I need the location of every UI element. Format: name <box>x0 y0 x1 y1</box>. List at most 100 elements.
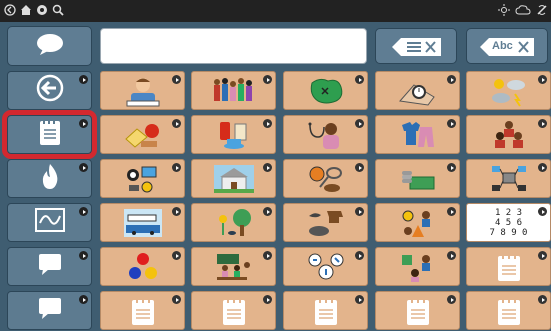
clear-all-button[interactable]: Abc <box>466 28 548 64</box>
tile-activities[interactable] <box>375 203 460 242</box>
weather-icon <box>489 75 529 107</box>
corner-arrow-icon <box>447 75 456 84</box>
corner-arrow-icon <box>172 119 181 128</box>
corner-arrow-icon <box>79 119 88 128</box>
sidebar-item-chat-1[interactable] <box>7 247 92 286</box>
tile-map[interactable] <box>283 71 368 110</box>
tile-family[interactable] <box>191 71 276 110</box>
corner-arrow-icon <box>447 119 456 128</box>
notepad-icon <box>38 118 62 151</box>
people-icon <box>489 119 529 151</box>
clear-all-label: Abc <box>492 40 513 52</box>
tile-watch[interactable] <box>375 71 460 110</box>
sidebar-item-chat-2[interactable] <box>7 291 92 330</box>
tile-animals[interactable] <box>283 203 368 242</box>
numbers-label: 1 2 3 4 5 6 7 8 9 0 <box>489 207 528 238</box>
technology-icon <box>489 163 529 195</box>
communication-board: Abc 1 2 3 4 5 6 7 8 9 0 <box>0 22 551 331</box>
brightness-icon[interactable] <box>497 3 511 17</box>
tile-toys[interactable] <box>100 159 185 198</box>
corner-arrow-icon <box>538 295 547 304</box>
corner-arrow-icon <box>355 119 364 128</box>
notepad-icon <box>221 296 247 326</box>
tile-notepad[interactable] <box>466 291 551 330</box>
tile-notepad[interactable] <box>466 247 551 286</box>
watch-icon <box>398 75 438 107</box>
back-circle-icon[interactable] <box>3 3 17 17</box>
tile-weather[interactable] <box>466 71 551 110</box>
back-arrow-icon <box>36 74 64 107</box>
tile-house[interactable] <box>191 159 276 198</box>
transport-icon <box>122 207 164 239</box>
tile-technology[interactable] <box>466 159 551 198</box>
corner-arrow-icon <box>263 207 272 216</box>
tile-doctor[interactable] <box>283 115 368 154</box>
doctor-icon <box>306 119 346 151</box>
sidebar-item-waveform[interactable] <box>7 203 92 242</box>
map-icon <box>306 75 346 107</box>
waveform-icon <box>34 207 66 238</box>
corner-arrow-icon <box>172 251 181 260</box>
speech-bubble-icon <box>35 32 65 61</box>
corner-arrow-icon <box>263 251 272 260</box>
tile-drinks[interactable] <box>191 115 276 154</box>
notepad-icon <box>130 296 156 326</box>
corner-arrow-icon <box>79 207 88 216</box>
corner-arrow-icon <box>538 207 547 216</box>
corner-arrow-icon <box>355 75 364 84</box>
search-icon[interactable] <box>51 3 65 17</box>
tile-people[interactable] <box>466 115 551 154</box>
tile-notepad[interactable] <box>375 291 460 330</box>
tile-school[interactable] <box>191 247 276 286</box>
corner-arrow-icon <box>538 119 547 128</box>
corner-arrow-icon <box>355 207 364 216</box>
clothes-icon <box>398 119 438 151</box>
tile-actions[interactable] <box>283 247 368 286</box>
tile-notepad[interactable] <box>283 291 368 330</box>
sidebar-item-flame[interactable] <box>7 159 92 198</box>
corner-arrow-icon <box>538 163 547 172</box>
feelings-icon <box>398 251 438 283</box>
school-icon <box>213 251 255 283</box>
cloud-sync-icon[interactable] <box>515 3 531 17</box>
tile-notepad[interactable] <box>191 291 276 330</box>
corner-arrow-icon <box>263 75 272 84</box>
nature-icon <box>214 207 254 239</box>
home-icon[interactable] <box>19 3 33 17</box>
tile-clothes[interactable] <box>375 115 460 154</box>
money-icon <box>398 163 438 195</box>
activities-icon <box>398 207 438 239</box>
family-icon <box>211 75 257 107</box>
tile-colors[interactable] <box>100 247 185 286</box>
corner-arrow-icon <box>263 295 272 304</box>
tile-notepad[interactable] <box>100 291 185 330</box>
tile-nature[interactable] <box>191 203 276 242</box>
tile-person[interactable] <box>100 71 185 110</box>
notepad-icon <box>496 296 522 326</box>
corner-arrow-icon <box>263 119 272 128</box>
colors-icon <box>123 251 163 283</box>
tile-transport[interactable] <box>100 203 185 242</box>
delete-word-icon <box>391 37 443 62</box>
sidebar-back-button[interactable] <box>7 71 92 110</box>
animals-icon <box>305 207 347 239</box>
tile-feelings[interactable] <box>375 247 460 286</box>
message-bar[interactable] <box>100 28 367 64</box>
no-sync-icon[interactable] <box>535 3 549 17</box>
notepad-icon <box>313 296 339 326</box>
delete-word-button[interactable] <box>375 28 457 64</box>
settings-gear-icon[interactable] <box>35 3 49 17</box>
tile-numbers[interactable]: 1 2 3 4 5 6 7 8 9 0 <box>466 203 551 242</box>
speak-button[interactable] <box>7 26 92 66</box>
tile-sports[interactable] <box>283 159 368 198</box>
tile-money[interactable] <box>375 159 460 198</box>
flame-icon <box>39 162 61 195</box>
tile-food[interactable] <box>100 115 185 154</box>
sports-icon <box>306 163 346 195</box>
person-icon <box>123 75 163 107</box>
sidebar-item-notepad-selected[interactable] <box>2 110 97 159</box>
corner-arrow-icon <box>447 251 456 260</box>
notepad-icon <box>496 252 522 282</box>
status-bar <box>0 0 551 22</box>
house-icon <box>212 163 256 195</box>
